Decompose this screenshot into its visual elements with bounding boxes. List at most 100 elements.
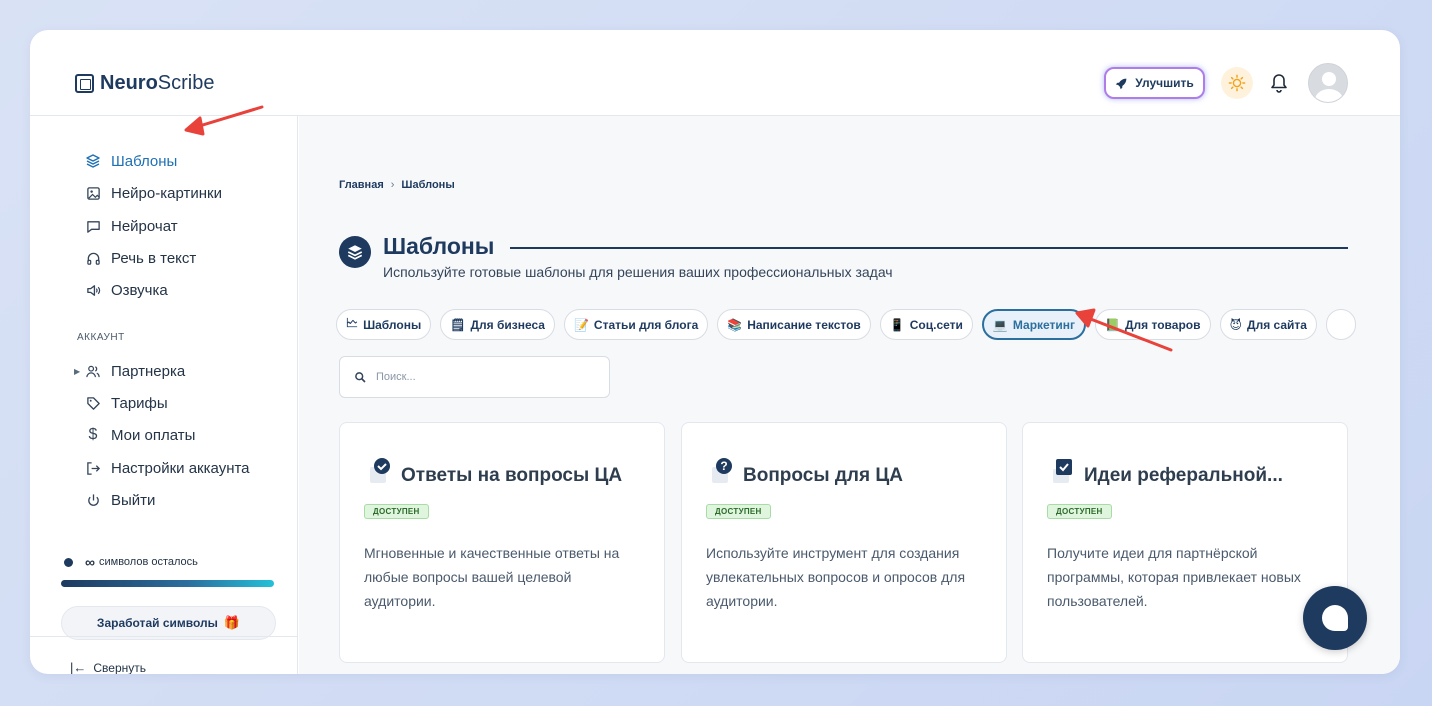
sidebar-item-label: Нейрочат <box>111 217 178 235</box>
sun-icon <box>1228 74 1246 92</box>
card-title: Ответы на вопросы ЦА <box>401 465 623 486</box>
card-description: Мгновенные и качественные ответы на любы… <box>364 545 620 609</box>
chip-more[interactable] <box>1325 309 1356 340</box>
card-title: Вопросы для ЦА <box>743 465 903 486</box>
sidebar: Шаблоны Нейро-картинки Нейрочат Речь в т… <box>30 116 298 674</box>
support-chat-button[interactable] <box>1303 586 1367 650</box>
breadcrumb-home-link[interactable]: Главная <box>339 179 384 191</box>
memo-icon: 📝 <box>573 317 589 332</box>
sidebar-item-label: Нейро-картинки <box>111 184 222 202</box>
chip-label: Для товаров <box>1125 317 1201 332</box>
search-box[interactable] <box>339 356 610 398</box>
chip-social[interactable]: 📱 Соц.сети <box>879 309 973 340</box>
template-card[interactable]: ? Вопросы для ЦА ДОСТУПЕН Используйте ин… <box>681 422 1007 663</box>
sidebar-item-label: Выйти <box>111 491 156 509</box>
symbols-progress-bar <box>61 580 274 587</box>
sidebar-divider <box>30 636 298 637</box>
books-icon: 📚 <box>727 317 743 332</box>
template-card[interactable]: Ответы на вопросы ЦА ДОСТУПЕН Мгновенные… <box>339 422 665 663</box>
status-badge: ДОСТУПЕН <box>706 504 771 519</box>
sidebar-item-voiceover[interactable]: Озвучка <box>85 279 168 301</box>
expand-caret-icon[interactable]: ▶ <box>74 367 80 376</box>
sidebar-item-images[interactable]: Нейро-картинки <box>85 182 222 204</box>
users-icon <box>85 363 101 379</box>
sidebar-item-label: Партнерка <box>111 362 186 380</box>
chart-icon: 🗠 <box>346 316 359 330</box>
sidebar-item-label: Мои оплаты <box>111 426 196 444</box>
sidebar-item-label: Озвучка <box>111 281 168 299</box>
main-content: Главная › Шаблоны Шаблоны Используйте го… <box>299 116 1400 674</box>
checkbox-icon <box>1053 459 1072 483</box>
upgrade-label: Улучшить <box>1135 76 1194 90</box>
breadcrumb-separator: › <box>390 179 395 191</box>
sidebar-item-templates[interactable]: Шаблоны <box>85 150 177 172</box>
chip-products[interactable]: 📗 Для товаров <box>1095 309 1211 340</box>
speaker-icon <box>85 282 101 298</box>
bell-icon <box>1271 74 1287 93</box>
sidebar-item-payments[interactable]: $ Мои оплаты <box>85 424 196 446</box>
layers-icon <box>85 153 101 169</box>
login-arrow-icon <box>85 460 101 476</box>
sidebar-item-label: Тарифы <box>111 394 168 412</box>
chip-blog-articles[interactable]: 📝 Статьи для блога <box>563 309 709 340</box>
title-divider <box>510 247 1348 249</box>
chip-marketing[interactable]: 💻 Маркетинг <box>981 309 1087 340</box>
app-window: Neuro Scribe Улучшить Шаблоны Нейро-карти… <box>30 30 1400 674</box>
card-description: Получите идеи для партнёрской программы,… <box>1047 545 1301 609</box>
page-subtitle: Используйте готовые шаблоны для решения … <box>383 264 893 280</box>
ledger-icon: 📗 <box>1105 317 1120 332</box>
chip-label: Соц.сети <box>909 317 963 332</box>
chip-business[interactable]: 🗒 Для бизнеса <box>440 309 555 340</box>
search-input[interactable] <box>376 371 596 383</box>
check-badge-icon <box>370 458 390 483</box>
chip-templates[interactable]: 🗠 Шаблоны <box>336 309 432 340</box>
power-icon <box>85 492 101 508</box>
card-description: Используйте инструмент для создания увле… <box>706 545 966 609</box>
chat-icon <box>85 218 101 234</box>
svg-text:?: ? <box>720 459 727 473</box>
chip-label: Для сайта <box>1247 317 1307 332</box>
symbols-label: символов осталось <box>98 556 198 568</box>
collapse-sidebar-button[interactable]: |← Свернуть <box>70 660 146 674</box>
chip-label: Шаблоны <box>363 317 422 332</box>
chip-label: Статьи для блога <box>593 317 699 332</box>
search-icon <box>355 372 366 383</box>
earn-symbols-button[interactable]: Заработай символы 🎁 <box>61 606 276 640</box>
breadcrumb-current: Шаблоны <box>401 179 455 191</box>
breadcrumb: Главная › Шаблоны <box>339 179 455 191</box>
top-bar: Neuro Scribe Улучшить <box>30 30 1400 116</box>
sidebar-item-label: Настройки аккаунта <box>111 459 250 477</box>
theme-toggle-button[interactable] <box>1221 67 1253 99</box>
chip-label: Для бизнеса <box>470 317 545 332</box>
brand-name-bold: Neuro <box>100 72 158 94</box>
question-icon: ? <box>712 458 732 483</box>
earn-symbols-label: Заработай символы <box>96 616 218 630</box>
upgrade-button[interactable]: Улучшить <box>1104 67 1205 99</box>
laptop-icon: 💻 <box>992 317 1008 332</box>
symbols-remaining: ∞ символов осталось <box>64 554 198 570</box>
chip-writing[interactable]: 📚 Написание текстов <box>717 309 871 340</box>
status-badge: ДОСТУПЕН <box>364 504 429 519</box>
symbols-progress-fill <box>61 580 274 587</box>
chip-label: Маркетинг <box>1012 317 1076 332</box>
notifications-button[interactable] <box>1268 71 1290 95</box>
sidebar-item-logout[interactable]: Выйти <box>85 489 155 511</box>
sidebar-item-partners[interactable]: Партнерка <box>85 360 185 382</box>
chip-label: Написание текстов <box>747 317 861 332</box>
chip-website[interactable]: 😈 Для сайта <box>1219 309 1317 340</box>
category-chips: 🗠 Шаблоны 🗒 Для бизнеса 📝 Статьи для блога … <box>336 309 1365 341</box>
gift-icon: 🎁 <box>223 615 241 630</box>
card-title: Идеи реферальной... <box>1084 465 1283 486</box>
template-card[interactable]: Идеи реферальной... ДОСТУПЕН Получите ид… <box>1022 422 1348 663</box>
user-avatar[interactable] <box>1308 63 1348 103</box>
sidebar-item-chat[interactable]: Нейрочат <box>85 215 178 237</box>
collapse-arrow-icon: |← <box>70 660 87 674</box>
sidebar-item-speech-to-text[interactable]: Речь в текст <box>85 247 196 269</box>
logo-icon <box>75 74 94 93</box>
brand-logo[interactable]: Neuro Scribe <box>75 72 215 95</box>
brand-name-light: Scribe <box>157 72 215 94</box>
templates-title-icon <box>339 236 371 268</box>
sidebar-item-account-settings[interactable]: Настройки аккаунта <box>85 457 250 479</box>
page-title: Шаблоны <box>383 233 495 259</box>
sidebar-item-tariffs[interactable]: Тарифы <box>85 392 168 414</box>
